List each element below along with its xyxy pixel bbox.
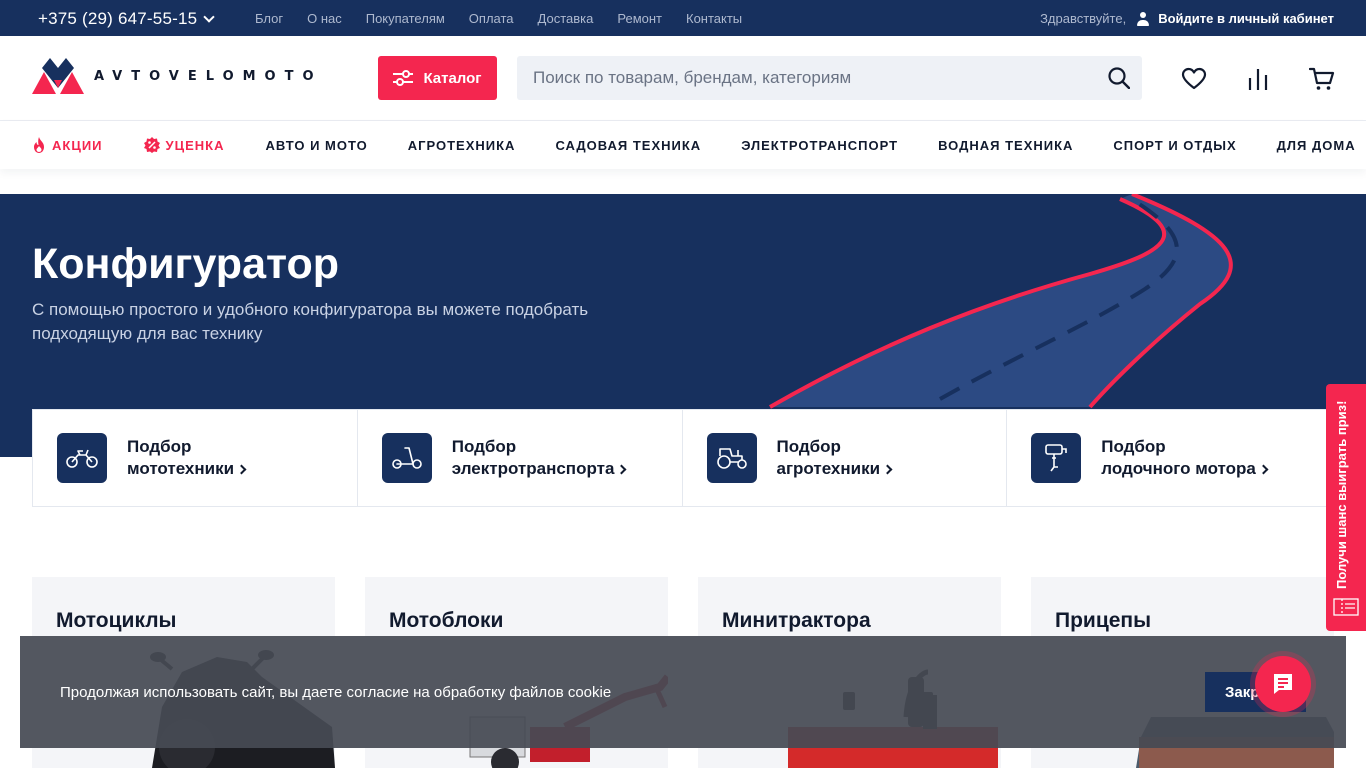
site-header: AVTOVELOMOTO Каталог (0, 36, 1366, 121)
top-link-contacts[interactable]: Контакты (686, 11, 742, 26)
top-link-blog[interactable]: Блог (255, 11, 283, 26)
heart-icon[interactable] (1181, 66, 1207, 92)
account-area: Здравствуйте, Войдите в личный кабинет (1040, 11, 1334, 26)
catalog-label: Каталог (423, 69, 482, 87)
configurator-line2: мототехники (127, 459, 235, 478)
compare-icon[interactable] (1245, 66, 1271, 92)
prize-tab[interactable]: Получи шанс выиграть приз! (1326, 384, 1366, 631)
configurator-cards: Подбор мототехники Подбор электротранспо… (32, 409, 1332, 507)
user-icon (1136, 11, 1150, 26)
cookie-text: Продолжая использовать сайт, вы даете со… (60, 684, 612, 701)
configurator-boat-motor[interactable]: Подбор лодочного мотора (1007, 410, 1331, 506)
logo[interactable]: AVTOVELOMOTO (32, 58, 323, 94)
chevron-right-icon (1258, 464, 1269, 475)
menu-item-markdown[interactable]: УЦЕНКА (143, 137, 225, 153)
menu-item-water[interactable]: ВОДНАЯ ТЕХНИКА (938, 137, 1073, 153)
configurator-electric[interactable]: Подбор электротранспорта (358, 410, 683, 506)
fire-icon (34, 137, 44, 153)
search-bar (517, 56, 1142, 100)
configurator-label: Подбор лодочного мотора (1101, 436, 1269, 480)
configurator-line1: Подбор (1101, 437, 1166, 456)
road-illustration (769, 194, 1233, 409)
menu-item-electric[interactable]: ЭЛЕКТРОТРАНСПОРТ (741, 137, 898, 153)
phone-dropdown[interactable]: +375 (29) 647-55-15 (38, 9, 215, 29)
cookie-banner: Продолжая использовать сайт, вы даете со… (20, 636, 1346, 748)
menu-item-sport[interactable]: СПОРТ И ОТДЫХ (1113, 137, 1236, 153)
ticket-icon (1333, 598, 1359, 616)
logo-text: AVTOVELOMOTO (94, 68, 323, 84)
top-link-buyers[interactable]: Покупателям (366, 11, 445, 26)
boat-motor-icon (1031, 433, 1082, 483)
top-link-about[interactable]: О нас (307, 11, 342, 26)
menu-item-sales[interactable]: АКЦИИ (32, 137, 103, 153)
menu-item-label: УЦЕНКА (165, 137, 225, 153)
motorcycle-icon (57, 433, 107, 483)
login-label: Войдите в личный кабинет (1158, 11, 1334, 26)
configurator-label: Подбор мототехники (127, 436, 247, 480)
configurator-agro[interactable]: Подбор агротехники (683, 410, 1008, 506)
chat-button[interactable] (1255, 656, 1311, 712)
greeting-text: Здравствуйте, (1040, 11, 1127, 26)
menu-item-auto-moto[interactable]: АВТО И МОТО (265, 137, 367, 153)
cart-icon[interactable] (1309, 66, 1335, 92)
menu-items: АКЦИИ УЦЕНКА АВТО И МОТО АГРОТЕХНИКА САД… (32, 137, 1356, 153)
configurator-line2: лодочного мотора (1101, 459, 1256, 478)
top-link-payment[interactable]: Оплата (469, 11, 514, 26)
configurator-line2: электротранспорта (451, 459, 615, 478)
discount-badge-icon (143, 137, 160, 153)
chevron-right-icon (616, 464, 627, 475)
menu-item-agro[interactable]: АГРОТЕХНИКА (408, 137, 516, 153)
configurator-moto[interactable]: Подбор мототехники (33, 410, 358, 506)
page-title: Конфигуратор (32, 240, 340, 288)
configurator-line1: Подбор (127, 437, 192, 456)
login-link[interactable]: Войдите в личный кабинет (1136, 11, 1334, 26)
top-link-delivery[interactable]: Доставка (538, 11, 594, 26)
configurator-line1: Подбор (776, 437, 841, 456)
configurator-label: Подбор агротехники (776, 436, 893, 480)
top-nav: Блог О нас Покупателям Оплата Доставка Р… (255, 11, 742, 26)
tractor-icon (706, 433, 757, 483)
menu-item-garden[interactable]: САДОВАЯ ТЕХНИКА (555, 137, 701, 153)
search-icon[interactable] (1108, 67, 1130, 89)
main-menu: АКЦИИ УЦЕНКА АВТО И МОТО АГРОТЕХНИКА САД… (0, 121, 1366, 169)
configurator-line1: Подбор (451, 437, 517, 456)
menu-item-label: АКЦИИ (52, 137, 103, 153)
search-input[interactable] (517, 68, 1077, 88)
scooter-icon (381, 433, 432, 483)
phone-number: +375 (29) 647-55-15 (38, 9, 198, 28)
chat-icon (1274, 674, 1292, 694)
filter-icon (393, 70, 414, 86)
catalog-button[interactable]: Каталог (378, 56, 497, 100)
menu-item-home[interactable]: ДЛЯ ДОМА (1277, 137, 1356, 153)
top-bar: +375 (29) 647-55-15 Блог О нас Покупател… (0, 0, 1366, 36)
prize-tab-label: Получи шанс выиграть приз! (1334, 400, 1349, 589)
chevron-down-icon (203, 11, 215, 23)
chevron-right-icon (882, 464, 893, 475)
configurator-line2: агротехники (776, 459, 881, 478)
logo-mark-icon (32, 58, 84, 94)
chevron-right-icon (236, 464, 247, 475)
configurator-label: Подбор электротранспорта (451, 436, 627, 480)
hero-subtitle: С помощью простого и удобного конфигурат… (32, 300, 589, 343)
top-link-repair[interactable]: Ремонт (617, 11, 662, 26)
